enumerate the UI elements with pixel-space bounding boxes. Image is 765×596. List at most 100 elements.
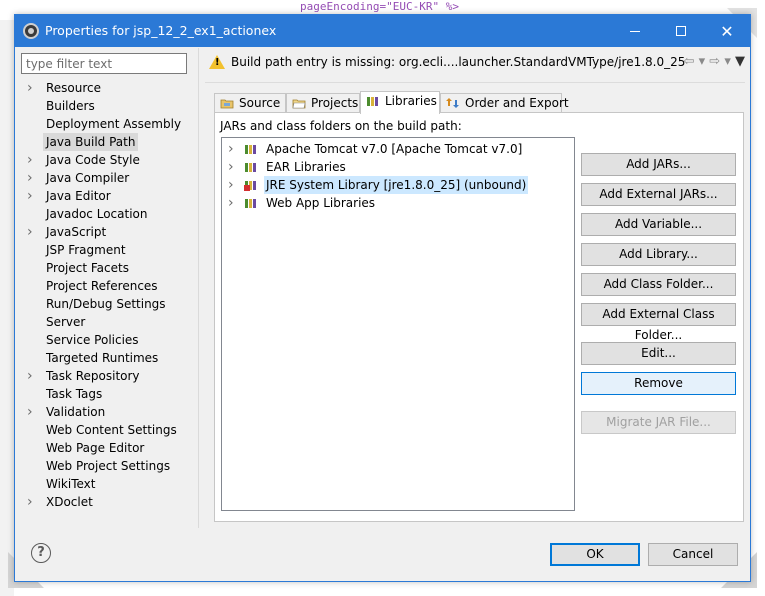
view-menu-icon[interactable]: ▼ — [735, 54, 745, 69]
nav-item-label: XDoclet — [46, 495, 93, 509]
chevron-right-icon[interactable]: › — [27, 223, 39, 241]
chevron-right-icon[interactable]: › — [228, 158, 234, 176]
library-entry[interactable]: › Apache Tomcat v7.0 [Apache Tomcat v7.0] — [222, 140, 572, 158]
close-icon: ✕ — [720, 21, 734, 41]
back-arrow-icon[interactable]: ⇦ — [684, 54, 695, 69]
nav-item[interactable]: › Resource — [21, 79, 197, 97]
chevron-right-icon[interactable]: › — [27, 169, 39, 187]
add-external-class-folder-button[interactable]: Add External Class Folder... — [581, 303, 736, 342]
tab-projects-label: Projects — [311, 96, 359, 110]
library-error-icon — [244, 181, 256, 191]
tab-projects[interactable]: Projects — [286, 93, 360, 113]
library-entry[interactable]: › Web App Libraries — [222, 194, 572, 212]
nav-item[interactable]: Web Page Editor — [21, 439, 197, 457]
window-title: Properties for jsp_12_2_ex1_actionex — [45, 23, 277, 38]
nav-item-label: Deployment Assembly — [46, 117, 182, 131]
chevron-right-icon[interactable]: › — [27, 403, 39, 421]
cancel-button[interactable]: Cancel — [648, 543, 738, 566]
nav-item-label: WikiText — [46, 477, 96, 491]
library-tree[interactable]: › Apache Tomcat v7.0 [Apache Tomcat v7.0]… — [221, 137, 575, 511]
chevron-right-icon[interactable]: › — [228, 176, 234, 194]
nav-item-label: Resource — [46, 81, 102, 95]
chevron-right-icon[interactable]: › — [228, 140, 234, 158]
chevron-right-icon[interactable]: › — [27, 187, 39, 205]
nav-item[interactable]: Web Project Settings — [21, 457, 197, 475]
nav-item[interactable]: Deployment Assembly — [21, 115, 197, 133]
nav-item[interactable]: › Java Code Style — [21, 151, 197, 169]
nav-item[interactable]: › Java Compiler — [21, 169, 197, 187]
edit-button[interactable]: Edit... — [581, 342, 736, 365]
nav-item-label: Targeted Runtimes — [46, 351, 159, 365]
tab-source-label: Source — [239, 96, 281, 110]
maximize-button[interactable] — [658, 15, 704, 47]
library-icon — [245, 199, 256, 208]
nav-item[interactable]: Service Policies — [21, 331, 197, 349]
nav-item-label: Web Page Editor — [46, 441, 145, 455]
migrate-jar-button: Migrate JAR File... — [581, 411, 736, 434]
add-variable-button[interactable]: Add Variable... — [581, 213, 736, 236]
forward-arrow-icon[interactable]: ⇨ — [709, 54, 720, 69]
nav-item-label: Java Editor — [46, 189, 111, 203]
nav-item-label: Web Content Settings — [46, 423, 177, 437]
tab-libraries[interactable]: Libraries — [360, 91, 440, 114]
forward-dropdown-icon[interactable]: ▾ — [724, 54, 731, 69]
add-external-jars-button[interactable]: Add External JARs... — [581, 183, 736, 206]
add-library-button[interactable]: Add Library... — [581, 243, 736, 266]
nav-item-label: Javadoc Location — [46, 207, 148, 221]
libraries-panel: JARs and class folders on the build path… — [214, 112, 744, 522]
nav-item[interactable]: Builders — [21, 97, 197, 115]
nav-item[interactable]: Server — [21, 313, 197, 331]
library-icon — [245, 163, 256, 172]
nav-item-label: Task Repository — [46, 369, 140, 383]
warning-icon — [209, 55, 225, 69]
projects-icon — [292, 99, 306, 109]
chevron-right-icon[interactable]: › — [27, 79, 39, 97]
minimize-button[interactable] — [612, 15, 658, 47]
tab-source[interactable]: Source — [214, 93, 286, 113]
tab-libraries-label: Libraries — [385, 94, 437, 108]
title-bar[interactable]: Properties for jsp_12_2_ex1_actionex ✕ — [15, 15, 750, 47]
library-entry[interactable]: › EAR Libraries — [222, 158, 572, 176]
library-icon — [245, 145, 256, 154]
maximize-icon — [676, 26, 686, 36]
minimize-icon — [630, 30, 640, 32]
nav-item[interactable]: › Java Editor — [21, 187, 197, 205]
chevron-right-icon[interactable]: › — [27, 367, 39, 385]
library-entry-label: EAR Libraries — [266, 160, 346, 174]
nav-item[interactable]: › JavaScript — [21, 223, 197, 241]
back-dropdown-icon[interactable]: ▾ — [699, 54, 706, 69]
help-button[interactable]: ? — [31, 543, 51, 563]
nav-item-label: Project References — [46, 279, 158, 293]
add-jars-button[interactable]: Add JARs... — [581, 153, 736, 176]
close-button[interactable]: ✕ — [704, 15, 750, 47]
nav-item[interactable]: Web Content Settings — [21, 421, 197, 439]
add-class-folder-button[interactable]: Add Class Folder... — [581, 273, 736, 296]
nav-item[interactable]: Java Build Path — [21, 133, 197, 151]
nav-item[interactable]: Run/Debug Settings — [21, 295, 197, 313]
tab-order-export[interactable]: Order and Export — [440, 93, 569, 113]
ok-button[interactable]: OK — [550, 543, 640, 566]
nav-item-label: Project Facets — [46, 261, 129, 275]
nav-item[interactable]: › Task Repository — [21, 367, 197, 385]
chevron-right-icon[interactable]: › — [27, 151, 39, 169]
nav-item[interactable]: Project Facets — [21, 259, 197, 277]
properties-dialog: Properties for jsp_12_2_ex1_actionex ✕ ›… — [14, 14, 751, 582]
editor-code-line: pageEncoding="EUC-KR" %> — [300, 0, 459, 13]
nav-item[interactable]: Javadoc Location — [21, 205, 197, 223]
nav-item[interactable]: Task Tags — [21, 385, 197, 403]
nav-item-label: JavaScript — [46, 225, 107, 239]
nav-item[interactable]: › Validation — [21, 403, 197, 421]
library-entry[interactable]: › JRE System Library [jre1.8.0_25] (unbou… — [222, 176, 572, 194]
nav-item[interactable]: WikiText — [21, 475, 197, 493]
nav-item-label: Validation — [46, 405, 106, 419]
nav-item[interactable]: Targeted Runtimes — [21, 349, 197, 367]
nav-item[interactable]: › XDoclet — [21, 493, 197, 511]
nav-item[interactable]: Project References — [21, 277, 197, 295]
pane-divider[interactable] — [198, 48, 199, 528]
remove-button[interactable]: Remove — [581, 372, 736, 395]
chevron-right-icon[interactable]: › — [228, 194, 234, 212]
nav-item[interactable]: JSP Fragment — [21, 241, 197, 259]
filter-input[interactable] — [21, 53, 187, 74]
chevron-right-icon[interactable]: › — [27, 493, 39, 511]
library-entry-label: Apache Tomcat v7.0 [Apache Tomcat v7.0] — [266, 142, 523, 156]
